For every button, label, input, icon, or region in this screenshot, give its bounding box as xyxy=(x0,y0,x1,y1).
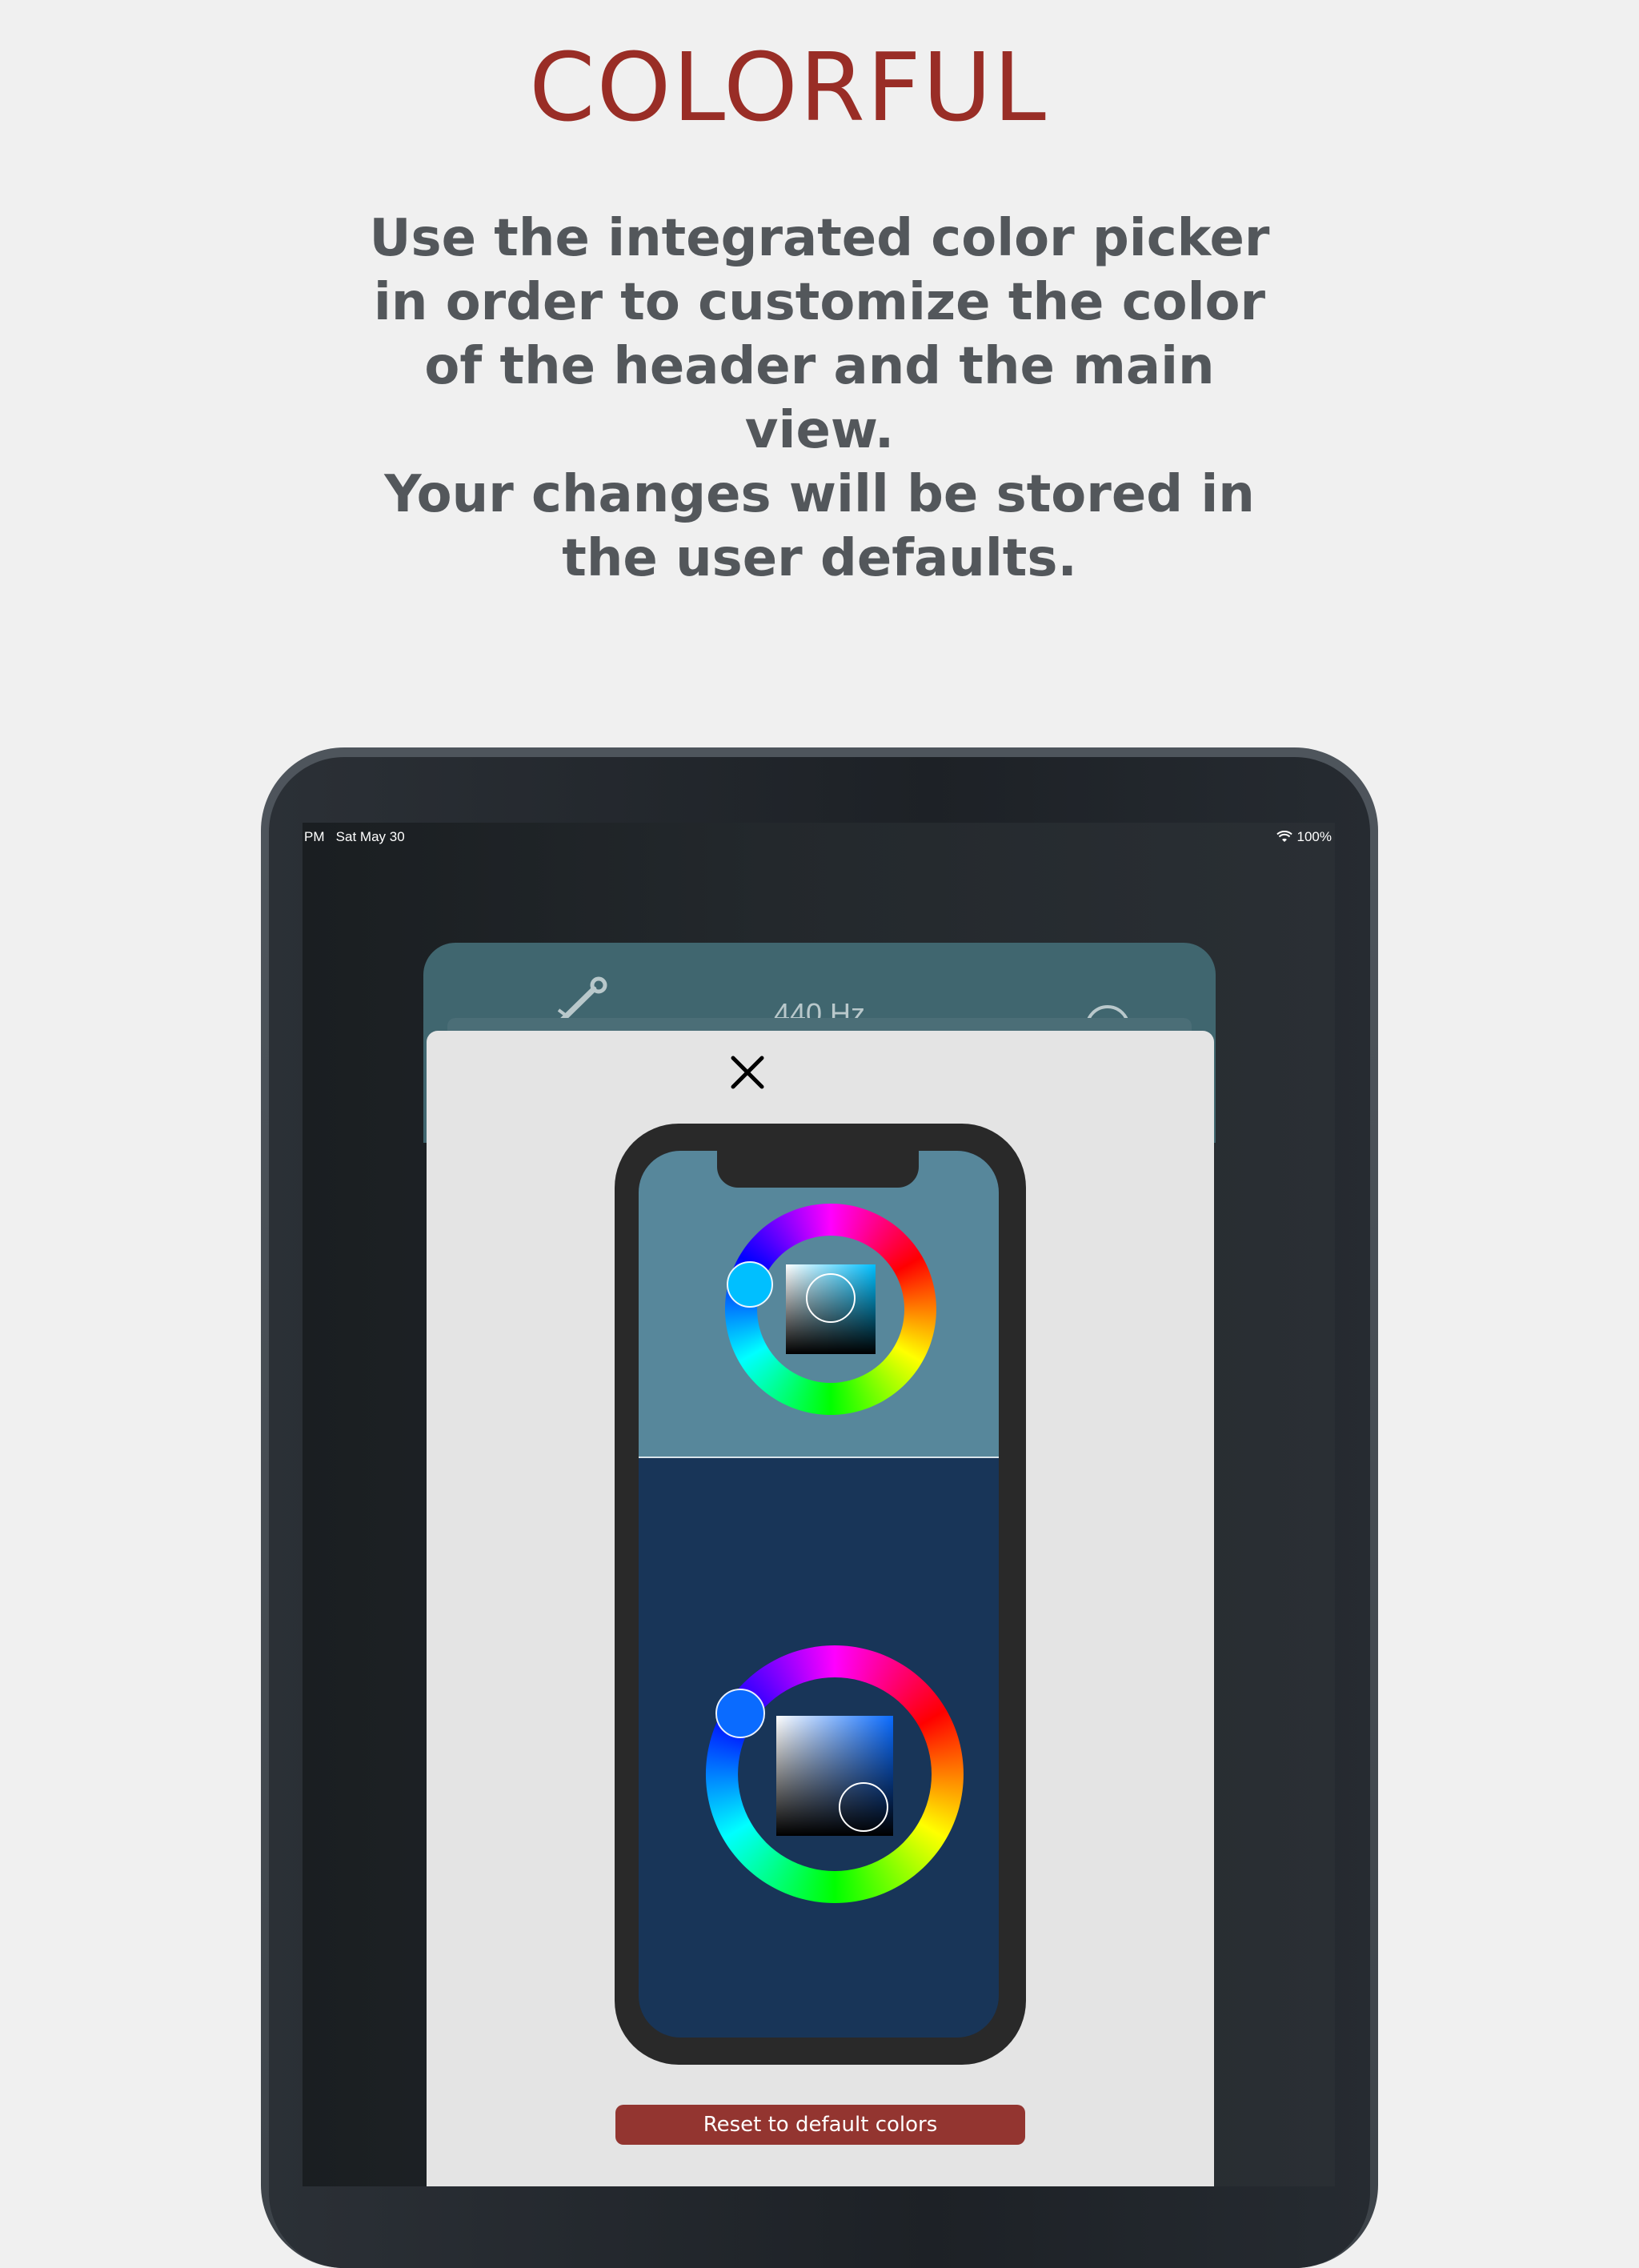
main-color-wheel[interactable] xyxy=(703,1642,967,1906)
reset-colors-button[interactable]: Reset to default colors xyxy=(615,2105,1025,2145)
battery-text: 100% xyxy=(1296,829,1332,844)
subtitle: Use the integrated color picker in order… xyxy=(369,209,1270,588)
wifi-icon xyxy=(1276,831,1292,842)
headline: COLORFUL xyxy=(529,32,1048,142)
phone-screen xyxy=(639,1151,999,2038)
header-hue-handle[interactable] xyxy=(727,1261,773,1308)
close-icon[interactable] xyxy=(725,1050,770,1095)
header-color-wheel[interactable] xyxy=(719,1197,943,1421)
phone-mockup xyxy=(615,1124,1026,2065)
main-hue-handle[interactable] xyxy=(715,1689,765,1738)
phone-notch xyxy=(717,1151,919,1188)
status-right: 100% xyxy=(1276,829,1332,845)
status-time: PM Sat May 30 xyxy=(304,829,405,844)
